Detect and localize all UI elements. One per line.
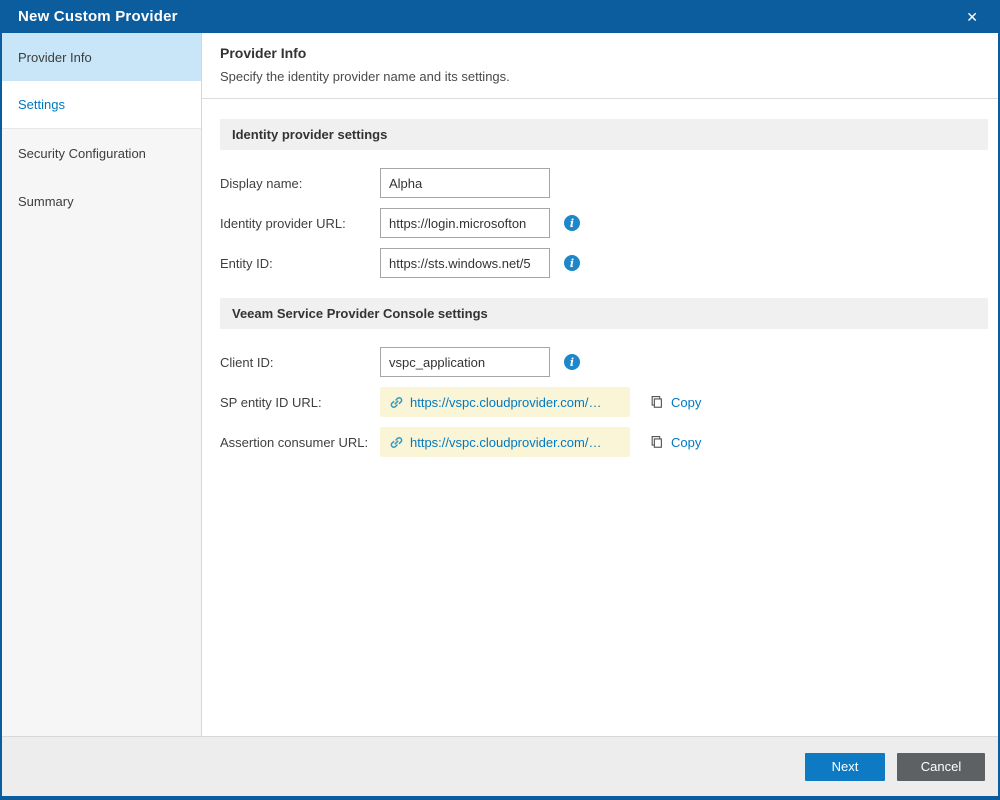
wizard-content: Provider Info Specify the identity provi… xyxy=(202,33,998,736)
section-vspc-settings: Veeam Service Provider Console settings xyxy=(220,298,988,329)
new-custom-provider-dialog: New Custom Provider ✕ Provider Info Sett… xyxy=(0,0,1000,800)
sp-entity-id-url-link[interactable]: https://vspc.cloudprovider.com/… xyxy=(410,395,601,410)
identity-provider-url-input[interactable] xyxy=(380,208,550,238)
next-button[interactable]: Next xyxy=(805,753,885,781)
section-identity-provider-settings: Identity provider settings xyxy=(220,119,988,150)
copy-label: Copy xyxy=(671,395,701,410)
page-title: Provider Info xyxy=(220,45,978,61)
assertion-consumer-copy[interactable]: Copy xyxy=(650,435,701,450)
page-subtitle: Specify the identity provider name and i… xyxy=(220,69,978,84)
display-name-label: Display name: xyxy=(220,176,380,191)
client-id-input[interactable] xyxy=(380,347,550,377)
assertion-consumer-url-row: Assertion consumer URL: https: xyxy=(220,427,988,457)
wizard-steps-sidebar: Provider Info Settings Security Configur… xyxy=(2,33,202,736)
dialog-title: New Custom Provider xyxy=(18,8,178,25)
copy-icon xyxy=(650,435,665,449)
sp-entity-id-url-field: https://vspc.cloudprovider.com/… xyxy=(380,387,630,417)
step-label: Summary xyxy=(18,194,74,209)
copy-label: Copy xyxy=(671,435,701,450)
assertion-consumer-url-link[interactable]: https://vspc.cloudprovider.com/… xyxy=(410,435,601,450)
info-icon[interactable]: i xyxy=(564,255,580,271)
link-icon xyxy=(389,395,404,410)
copy-icon xyxy=(650,395,665,409)
close-icon[interactable]: ✕ xyxy=(962,8,982,26)
entity-id-label: Entity ID: xyxy=(220,256,380,271)
step-provider-info[interactable]: Provider Info xyxy=(2,33,201,81)
info-icon[interactable]: i xyxy=(564,215,580,231)
step-label: Settings xyxy=(18,97,65,112)
content-header: Provider Info Specify the identity provi… xyxy=(202,33,998,99)
assertion-consumer-url-label: Assertion consumer URL: xyxy=(220,435,380,450)
assertion-consumer-url-field: https://vspc.cloudprovider.com/… xyxy=(380,427,630,457)
display-name-row: Display name: xyxy=(220,168,988,198)
client-id-label: Client ID: xyxy=(220,355,380,370)
info-icon[interactable]: i xyxy=(564,354,580,370)
entity-id-row: Entity ID: i xyxy=(220,248,988,278)
identity-provider-url-row: Identity provider URL: i xyxy=(220,208,988,238)
display-name-input[interactable] xyxy=(380,168,550,198)
identity-provider-url-label: Identity provider URL: xyxy=(220,216,380,231)
step-security-configuration: Security Configuration xyxy=(2,129,201,177)
sp-entity-id-url-row: SP entity ID URL: https://vspc xyxy=(220,387,988,417)
client-id-row: Client ID: i xyxy=(220,347,988,377)
step-label: Provider Info xyxy=(18,50,92,65)
dialog-footer: Next Cancel xyxy=(2,736,998,796)
entity-id-input[interactable] xyxy=(380,248,550,278)
sp-entity-id-copy[interactable]: Copy xyxy=(650,395,701,410)
dialog-titlebar: New Custom Provider ✕ xyxy=(2,0,998,33)
step-summary: Summary xyxy=(2,177,201,225)
dialog-body: Provider Info Settings Security Configur… xyxy=(2,33,998,736)
sp-entity-id-url-label: SP entity ID URL: xyxy=(220,395,380,410)
link-icon xyxy=(389,435,404,450)
cancel-button[interactable]: Cancel xyxy=(897,753,985,781)
step-label: Security Configuration xyxy=(18,146,146,161)
content-body: Identity provider settings Display name:… xyxy=(202,99,998,736)
step-settings[interactable]: Settings xyxy=(2,81,201,129)
